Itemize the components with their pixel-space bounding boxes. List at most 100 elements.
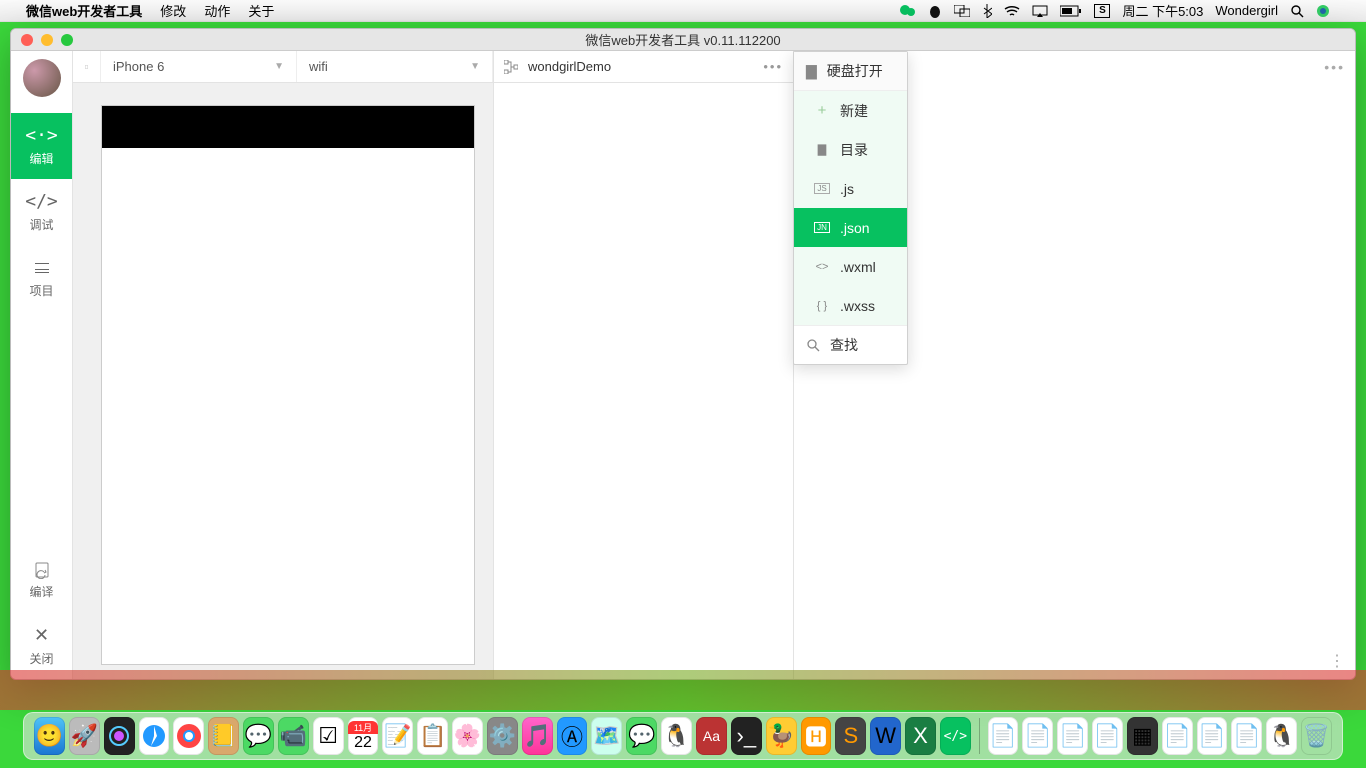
editor-info-button[interactable]: ⋮ <box>1329 651 1345 671</box>
dock-excel-icon[interactable]: X <box>905 717 936 755</box>
project-name: wondgirlDemo <box>528 59 611 74</box>
bluetooth-icon[interactable] <box>982 4 992 18</box>
dock-facetime-icon[interactable]: 📹 <box>278 717 309 755</box>
simulator-toolbar: iPhone 6 ▼ wifi ▼ <box>73 51 493 83</box>
dock-calendar-icon[interactable]: 11月22 <box>348 717 379 755</box>
notification-center-icon[interactable] <box>1342 6 1356 15</box>
user-name[interactable]: Wondergirl <box>1215 3 1278 18</box>
dock-wechat-icon[interactable]: 💬 <box>626 717 657 755</box>
sidebar-item-edit[interactable]: <·> 编辑 <box>11 113 72 179</box>
displays-icon[interactable] <box>954 5 970 17</box>
dock-doc6-icon[interactable]: 📄 <box>1162 717 1193 755</box>
chevron-down-icon: ▼ <box>470 61 480 72</box>
input-source-icon[interactable]: S <box>1094 4 1110 18</box>
tree-icon[interactable] <box>504 60 518 74</box>
menubar-status-area: S 周二 下午5:03 Wondergirl <box>900 1 1356 20</box>
dock-doc1-icon[interactable]: 📄 <box>988 717 1019 755</box>
dock-devtools-icon[interactable]: </> <box>940 717 971 755</box>
device-selector-label: iPhone 6 <box>113 59 164 74</box>
dock-qq-icon[interactable]: 🐧 <box>661 717 692 755</box>
dock-siri-icon[interactable] <box>104 717 135 755</box>
desktop-wallpaper <box>0 670 1366 710</box>
dock-webstorm-icon[interactable]: W <box>870 717 901 755</box>
device-selector[interactable]: iPhone 6 ▼ <box>101 51 297 82</box>
search-icon <box>806 338 820 352</box>
dock-finder-icon[interactable]: 🙂 <box>34 717 65 755</box>
hamburger-icon <box>35 257 49 278</box>
dock-doc2-icon[interactable]: 📄 <box>1022 717 1053 755</box>
menu-item-find[interactable]: 查找 <box>794 325 907 364</box>
dock-doc8-icon[interactable]: 📄 <box>1231 717 1262 755</box>
dock-doc3-icon[interactable]: 📄 <box>1057 717 1088 755</box>
menu-item-new-json[interactable]: JN .json <box>794 208 907 247</box>
file-tree-header: wondgirlDemo ••• <box>494 51 793 83</box>
sidebar-label: 关闭 <box>29 650 53 667</box>
menu-item-new-dir[interactable]: ▇ 目录 <box>794 130 907 169</box>
file-tree-context-menu: ▇ 硬盘打开 + 新建 ▇ 目录 JS .js JN .json <box>793 51 908 365</box>
dock-doc9-icon[interactable]: 🐧 <box>1266 717 1297 755</box>
dock-doc5-icon[interactable]: ▦ <box>1127 717 1158 755</box>
file-tree-more-button[interactable]: ••• <box>763 59 783 74</box>
spotlight-icon[interactable] <box>1290 4 1304 18</box>
menu-action[interactable]: 动作 <box>204 1 230 20</box>
dock-maps-icon[interactable]: 🗺️ <box>591 717 622 755</box>
battery-icon[interactable] <box>1060 5 1082 17</box>
dock-sublime-icon[interactable]: S <box>835 717 866 755</box>
menu-item-new-wxss[interactable]: { } .wxss <box>794 286 907 325</box>
dock-duck-icon[interactable]: 🦆 <box>766 717 797 755</box>
folder-icon: ▇ <box>806 63 817 80</box>
window-titlebar[interactable]: 微信web开发者工具 v0.11.112200 <box>11 29 1355 51</box>
network-selector[interactable]: wifi ▼ <box>297 51 493 82</box>
simulator-preview[interactable] <box>101 105 475 665</box>
menu-modify[interactable]: 修改 <box>160 1 186 20</box>
siri-icon[interactable] <box>1316 4 1330 18</box>
dock-doc4-icon[interactable]: 📄 <box>1092 717 1123 755</box>
js-file-icon: JS <box>814 183 830 194</box>
editor-more-button[interactable]: ••• <box>1324 59 1345 75</box>
dock-safari-icon[interactable] <box>139 717 170 755</box>
file-tree-panel: wondgirlDemo ••• ▇ 硬盘打开 + 新建 ▇ 目录 JS <box>493 51 793 679</box>
device-orientation-button[interactable] <box>73 51 101 82</box>
dock-chrome-icon[interactable] <box>173 717 204 755</box>
dock-hbuilder-icon[interactable]: 🅷 <box>801 717 832 755</box>
clock[interactable]: 周二 下午5:03 <box>1122 1 1203 20</box>
sidebar-item-debug[interactable]: </> 调试 <box>11 179 72 245</box>
menu-item-new-js[interactable]: JS .js <box>794 169 907 208</box>
sidebar-label: 调试 <box>29 216 53 233</box>
app-menu[interactable]: 微信web开发者工具 <box>26 1 142 20</box>
dock-appstore-icon[interactable]: Ⓐ <box>557 717 588 755</box>
sidebar-item-compile[interactable]: 编译 <box>11 547 72 613</box>
dock-contacts-icon[interactable]: 📒 <box>208 717 239 755</box>
dock-separator <box>979 718 980 754</box>
menu-item-new-wxml[interactable]: <> .wxml <box>794 247 907 286</box>
dock-trash-icon[interactable]: 🗑️ <box>1301 717 1332 755</box>
window-title: 微信web开发者工具 v0.11.112200 <box>11 30 1355 49</box>
qq-status-icon[interactable] <box>928 4 942 18</box>
dock-messages-icon[interactable]: 💬 <box>243 717 274 755</box>
dock-preferences-icon[interactable]: ⚙️ <box>487 717 518 755</box>
dock-launchpad-icon[interactable]: 🚀 <box>69 717 100 755</box>
dock-reminders2-icon[interactable]: 📋 <box>417 717 448 755</box>
user-avatar[interactable] <box>23 59 61 97</box>
dock-photos-icon[interactable]: 🌸 <box>452 717 483 755</box>
wechat-status-icon[interactable] <box>900 4 916 18</box>
dock-notes-icon[interactable]: 📝 <box>382 717 413 755</box>
menu-about[interactable]: 关于 <box>248 1 274 20</box>
dock-terminal-icon[interactable]: ›_ <box>731 717 762 755</box>
sidebar-item-project[interactable]: 项目 <box>11 245 72 311</box>
menu-item-open-disk[interactable]: ▇ 硬盘打开 <box>794 52 907 91</box>
dock-doc7-icon[interactable]: 📄 <box>1197 717 1228 755</box>
sidebar-label: 项目 <box>29 282 53 299</box>
sidebar-label: 编译 <box>29 583 53 600</box>
dock-itunes-icon[interactable]: 🎵 <box>522 717 553 755</box>
close-icon: ✕ <box>34 625 49 646</box>
airplay-icon[interactable] <box>1032 5 1048 17</box>
dock-dictionary-icon[interactable]: Aa <box>696 717 727 755</box>
code-icon: <·> <box>25 125 58 146</box>
simulator-navbar <box>102 106 474 148</box>
wifi-icon[interactable] <box>1004 5 1020 17</box>
macos-dock: 🙂 🚀 📒 💬 📹 ☑︎ 11月22 📝 📋 🌸 ⚙️ 🎵 Ⓐ 🗺️ 💬 🐧 A… <box>23 712 1343 760</box>
dock-reminders-icon[interactable]: ☑︎ <box>313 717 344 755</box>
sidebar-label: 编辑 <box>29 150 53 167</box>
menu-item-new[interactable]: + 新建 <box>794 91 907 130</box>
